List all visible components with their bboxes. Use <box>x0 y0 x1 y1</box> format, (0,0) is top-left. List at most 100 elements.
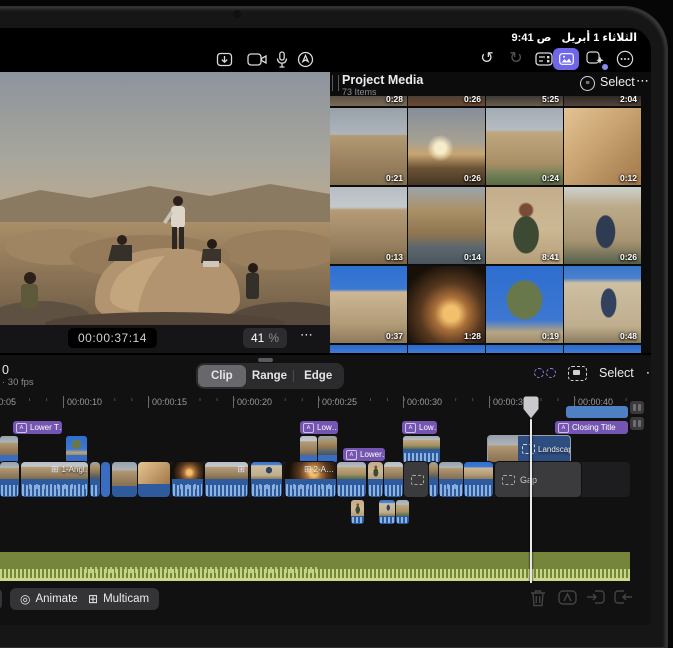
media-thumb[interactable]: 1:28 <box>408 266 485 343</box>
connected-clip[interactable] <box>66 436 87 463</box>
storyline-clip[interactable] <box>172 462 203 497</box>
media-thumb[interactable] <box>564 345 641 353</box>
mic-button[interactable] <box>275 46 289 72</box>
viewer-more-button[interactable]: ⋯ <box>300 327 314 343</box>
enhance-button[interactable] <box>534 368 556 378</box>
clip-appearance-button[interactable] <box>630 417 644 430</box>
storyline-clip[interactable] <box>337 462 366 497</box>
connected-clip[interactable] <box>300 436 317 463</box>
title-clip[interactable]: ALower… <box>343 448 385 461</box>
media-thumb[interactable]: 0:14 <box>408 187 485 264</box>
media-thumb[interactable] <box>330 345 407 353</box>
media-thumb[interactable]: 0:12 <box>564 108 641 185</box>
landscape-clip[interactable]: Landscap… <box>488 436 570 463</box>
title-clip[interactable]: ALow… <box>300 421 338 434</box>
media-thumb[interactable]: 0:26 <box>408 96 485 106</box>
camera-button[interactable] <box>245 46 269 72</box>
panel-drag-handle-icon[interactable] <box>332 75 339 91</box>
timecode-value: 00:00:37:14 <box>78 331 147 345</box>
media-thumb[interactable]: 8:41 <box>486 187 563 264</box>
import-button[interactable] <box>214 46 234 72</box>
timecode-display[interactable]: 00:00:37:14 <box>68 328 157 348</box>
media-thumb[interactable]: 0:21 <box>330 108 407 185</box>
select-button[interactable]: Select <box>600 75 635 89</box>
multicam-button-icon: ⊞ <box>88 592 98 606</box>
undo-button[interactable]: ↺ <box>477 46 497 72</box>
redo-button[interactable]: ↻ <box>506 46 526 72</box>
clip-duration: 1:28 <box>464 331 481 341</box>
media-browser-button[interactable] <box>551 46 581 72</box>
storyline-clip[interactable] <box>101 462 110 497</box>
connected-clip-bar[interactable] <box>566 406 628 418</box>
storyline-clip[interactable] <box>439 462 463 497</box>
storyline-clip[interactable] <box>464 462 493 497</box>
connected-clip-below[interactable] <box>379 500 395 524</box>
clip-appearance-button[interactable] <box>630 401 644 414</box>
connected-clip[interactable] <box>403 436 440 463</box>
media-thumb[interactable]: 0:24 <box>486 108 563 185</box>
media-thumb[interactable]: 0:26 <box>564 187 641 264</box>
storyline-clip-multicam[interactable]: ⊞ <box>205 462 248 497</box>
title-clip-label: Low… <box>419 423 437 432</box>
animate-button[interactable]: ◎ Animate <box>10 588 88 610</box>
timeline-select-button[interactable]: Select <box>599 366 634 380</box>
storyline-clip[interactable] <box>251 462 282 497</box>
mode-edge[interactable]: Edge <box>294 365 342 387</box>
media-thumb[interactable]: 5:25 <box>486 96 563 106</box>
storyline-clip[interactable] <box>384 462 403 497</box>
more-toolbar-button[interactable] <box>614 46 636 72</box>
storyline-clip[interactable] <box>90 462 100 497</box>
multicam-clip-label: 1-Angl… <box>62 465 88 474</box>
clipped-button[interactable] <box>0 588 2 610</box>
storyline-clip[interactable] <box>138 462 170 497</box>
playhead-handle[interactable] <box>523 396 539 420</box>
storyline-clip-multicam[interactable]: ⊞1-Angl… <box>21 462 88 497</box>
pencil-tool-button[interactable] <box>295 46 315 72</box>
blade-button[interactable] <box>558 589 577 611</box>
media-thumb[interactable]: 2:04 <box>564 96 641 106</box>
media-thumb[interactable]: 0:37 <box>330 266 407 343</box>
filter-button[interactable]: ≡ <box>580 76 595 91</box>
delete-button[interactable] <box>530 589 546 612</box>
media-thumb[interactable]: 0:26 <box>408 108 485 185</box>
effects-button[interactable] <box>583 46 609 72</box>
storyline-clip[interactable] <box>368 462 383 497</box>
media-thumb[interactable]: 0:28 <box>330 96 407 106</box>
insert-right-button[interactable] <box>614 589 633 610</box>
blade-icon <box>558 589 577 606</box>
title-clip[interactable]: ALow… <box>402 421 437 434</box>
title-clip[interactable]: ALower T… <box>13 421 62 434</box>
insert-left-button[interactable] <box>586 589 605 610</box>
media-thumb[interactable] <box>486 345 563 353</box>
video-viewer[interactable] <box>0 72 330 325</box>
connected-clip[interactable] <box>0 436 18 463</box>
storyline-clip[interactable] <box>112 462 137 497</box>
storyline-overview-button[interactable] <box>568 366 587 381</box>
playhead-line[interactable] <box>530 398 532 584</box>
media-thumb[interactable]: 0:19 <box>486 266 563 343</box>
media-more-button[interactable]: ⋯ <box>636 73 650 89</box>
multicam-button[interactable]: ⊞ Multicam <box>78 588 159 610</box>
title-clip[interactable]: AClosing Title <box>555 421 628 434</box>
mode-clip[interactable]: Clip <box>198 365 246 387</box>
connected-clip[interactable] <box>318 436 337 463</box>
zoom-control[interactable]: 41 % <box>243 328 287 348</box>
storyline-clip-multicam[interactable]: ⊞2-A… <box>285 462 336 497</box>
gap-clip[interactable]: Gap <box>495 462 581 497</box>
connected-clip-below[interactable] <box>396 500 409 524</box>
media-thumb[interactable]: 0:13 <box>330 187 407 264</box>
timeline-more-button[interactable]: ⋯ <box>646 365 651 381</box>
zoom-percent: % <box>268 331 279 345</box>
ruler-label: 00:00:10 <box>67 397 102 407</box>
gap-clip[interactable]: Gap <box>404 462 428 497</box>
storyline-clip[interactable] <box>429 462 438 497</box>
effects-icon <box>586 51 606 68</box>
mode-range[interactable]: Range <box>246 365 294 387</box>
storyline-clip[interactable] <box>0 462 19 497</box>
timeline-resize-handle[interactable] <box>258 358 273 362</box>
music-audio-clip[interactable] <box>0 552 630 581</box>
connected-clip-below[interactable] <box>351 500 364 524</box>
insert-left-icon <box>586 589 605 605</box>
media-thumb[interactable]: 0:48 <box>564 266 641 343</box>
media-thumb[interactable] <box>408 345 485 353</box>
